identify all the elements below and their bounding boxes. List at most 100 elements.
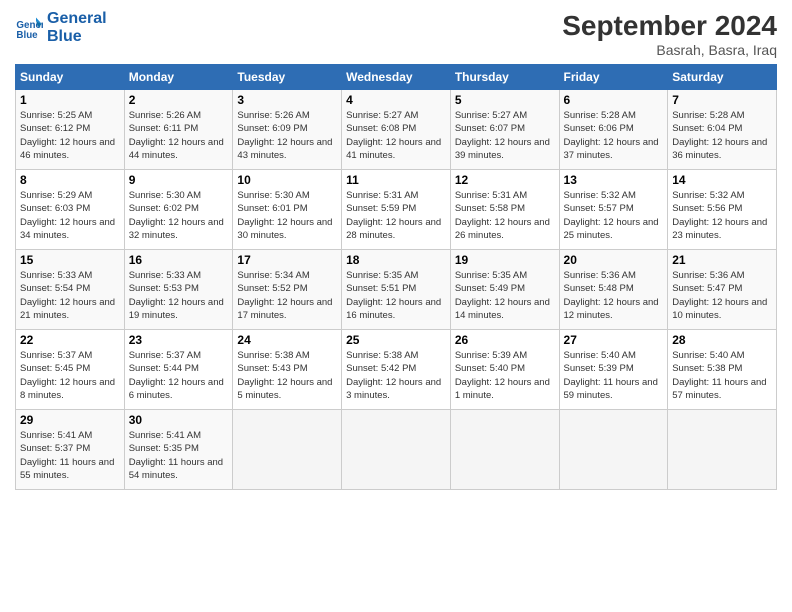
calendar-cell: 17 Sunrise: 5:34 AMSunset: 5:52 PMDayligh… <box>233 250 342 330</box>
calendar-cell: 23 Sunrise: 5:37 AMSunset: 5:44 PMDayligh… <box>124 330 233 410</box>
day-info: Sunrise: 5:40 AMSunset: 5:39 PMDaylight:… <box>564 349 664 402</box>
weekday-header: Wednesday <box>342 65 451 90</box>
day-info: Sunrise: 5:38 AMSunset: 5:43 PMDaylight:… <box>237 349 337 402</box>
day-number: 28 <box>672 333 772 347</box>
day-number: 1 <box>20 93 120 107</box>
calendar-cell: 8 Sunrise: 5:29 AMSunset: 6:03 PMDaylight… <box>16 170 125 250</box>
day-number: 11 <box>346 173 446 187</box>
day-info: Sunrise: 5:26 AMSunset: 6:09 PMDaylight:… <box>237 109 337 162</box>
logo-line1: General <box>47 10 107 28</box>
calendar-cell: 19Sunrise: 5:35 AMSunset: 5:49 PMDayligh… <box>450 250 559 330</box>
calendar-cell: 24 Sunrise: 5:38 AMSunset: 5:43 PMDayligh… <box>233 330 342 410</box>
day-number: 24 <box>237 333 337 347</box>
day-info: Sunrise: 5:36 AMSunset: 5:48 PMDaylight:… <box>564 269 664 322</box>
calendar-cell: 22Sunrise: 5:37 AMSunset: 5:45 PMDayligh… <box>16 330 125 410</box>
calendar-cell: 6Sunrise: 5:28 AMSunset: 6:06 PMDaylight… <box>559 90 668 170</box>
calendar-cell <box>559 410 668 490</box>
day-number: 18 <box>346 253 446 267</box>
day-number: 21 <box>672 253 772 267</box>
calendar-cell <box>342 410 451 490</box>
calendar-cell: 30Sunrise: 5:41 AMSunset: 5:35 PMDayligh… <box>124 410 233 490</box>
weekday-header: Tuesday <box>233 65 342 90</box>
day-info: Sunrise: 5:30 AMSunset: 6:01 PMDaylight:… <box>237 189 337 242</box>
calendar-cell: 14 Sunrise: 5:32 AMSunset: 5:56 PMDayligh… <box>668 170 777 250</box>
weekday-header: Friday <box>559 65 668 90</box>
day-info: Sunrise: 5:35 AMSunset: 5:51 PMDaylight:… <box>346 269 446 322</box>
calendar-cell <box>668 410 777 490</box>
day-number: 20 <box>564 253 664 267</box>
calendar-cell: 1Sunrise: 5:25 AMSunset: 6:12 PMDaylight… <box>16 90 125 170</box>
day-info: Sunrise: 5:41 AMSunset: 5:35 PMDaylight:… <box>129 429 229 482</box>
day-number: 16 <box>129 253 229 267</box>
day-number: 9 <box>129 173 229 187</box>
calendar-cell: 4 Sunrise: 5:27 AMSunset: 6:08 PMDaylight… <box>342 90 451 170</box>
calendar-table: SundayMondayTuesdayWednesdayThursdayFrid… <box>15 64 777 490</box>
day-number: 29 <box>20 413 120 427</box>
day-info: Sunrise: 5:37 AMSunset: 5:44 PMDaylight:… <box>129 349 229 402</box>
day-number: 17 <box>237 253 337 267</box>
logo: General Blue General Blue <box>15 10 107 45</box>
weekday-header: Sunday <box>16 65 125 90</box>
day-info: Sunrise: 5:38 AMSunset: 5:42 PMDaylight:… <box>346 349 446 402</box>
location: Basrah, Basra, Iraq <box>562 42 777 58</box>
calendar-cell: 2Sunrise: 5:26 AMSunset: 6:11 PMDaylight… <box>124 90 233 170</box>
day-info: Sunrise: 5:34 AMSunset: 5:52 PMDaylight:… <box>237 269 337 322</box>
day-info: Sunrise: 5:31 AMSunset: 5:59 PMDaylight:… <box>346 189 446 242</box>
day-info: Sunrise: 5:41 AMSunset: 5:37 PMDaylight:… <box>20 429 120 482</box>
day-number: 8 <box>20 173 120 187</box>
day-number: 14 <box>672 173 772 187</box>
day-number: 27 <box>564 333 664 347</box>
day-number: 5 <box>455 93 555 107</box>
calendar-cell: 21 Sunrise: 5:36 AMSunset: 5:47 PMDayligh… <box>668 250 777 330</box>
day-info: Sunrise: 5:29 AMSunset: 6:03 PMDaylight:… <box>20 189 120 242</box>
calendar-cell: 5 Sunrise: 5:27 AMSunset: 6:07 PMDaylight… <box>450 90 559 170</box>
page-container: General Blue General Blue September 2024… <box>0 0 792 500</box>
calendar-cell: 9 Sunrise: 5:30 AMSunset: 6:02 PMDaylight… <box>124 170 233 250</box>
calendar-cell: 15Sunrise: 5:33 AMSunset: 5:54 PMDayligh… <box>16 250 125 330</box>
day-info: Sunrise: 5:27 AMSunset: 6:07 PMDaylight:… <box>455 109 555 162</box>
calendar-cell <box>233 410 342 490</box>
day-info: Sunrise: 5:35 AMSunset: 5:49 PMDaylight:… <box>455 269 555 322</box>
title-block: September 2024 Basrah, Basra, Iraq <box>562 10 777 58</box>
day-number: 4 <box>346 93 446 107</box>
day-info: Sunrise: 5:28 AMSunset: 6:04 PMDaylight:… <box>672 109 772 162</box>
day-number: 13 <box>564 173 664 187</box>
day-number: 7 <box>672 93 772 107</box>
month-year: September 2024 <box>562 10 777 42</box>
day-number: 3 <box>237 93 337 107</box>
day-number: 26 <box>455 333 555 347</box>
calendar-cell: 12Sunrise: 5:31 AMSunset: 5:58 PMDayligh… <box>450 170 559 250</box>
day-number: 12 <box>455 173 555 187</box>
day-number: 15 <box>20 253 120 267</box>
calendar-cell: 11 Sunrise: 5:31 AMSunset: 5:59 PMDayligh… <box>342 170 451 250</box>
day-info: Sunrise: 5:33 AMSunset: 5:53 PMDaylight:… <box>129 269 229 322</box>
day-number: 2 <box>129 93 229 107</box>
day-info: Sunrise: 5:30 AMSunset: 6:02 PMDaylight:… <box>129 189 229 242</box>
day-info: Sunrise: 5:36 AMSunset: 5:47 PMDaylight:… <box>672 269 772 322</box>
calendar-cell: 7 Sunrise: 5:28 AMSunset: 6:04 PMDaylight… <box>668 90 777 170</box>
day-info: Sunrise: 5:39 AMSunset: 5:40 PMDaylight:… <box>455 349 555 402</box>
calendar-cell: 28Sunrise: 5:40 AMSunset: 5:38 PMDayligh… <box>668 330 777 410</box>
calendar-cell: 13 Sunrise: 5:32 AMSunset: 5:57 PMDayligh… <box>559 170 668 250</box>
day-number: 6 <box>564 93 664 107</box>
calendar-cell: 18 Sunrise: 5:35 AMSunset: 5:51 PMDayligh… <box>342 250 451 330</box>
calendar-header: SundayMondayTuesdayWednesdayThursdayFrid… <box>16 65 777 90</box>
calendar-cell: 10 Sunrise: 5:30 AMSunset: 6:01 PMDayligh… <box>233 170 342 250</box>
day-info: Sunrise: 5:27 AMSunset: 6:08 PMDaylight:… <box>346 109 446 162</box>
calendar-cell: 29 Sunrise: 5:41 AMSunset: 5:37 PMDayligh… <box>16 410 125 490</box>
header: General Blue General Blue September 2024… <box>15 10 777 58</box>
logo-icon: General Blue <box>15 14 43 42</box>
calendar-cell: 20 Sunrise: 5:36 AMSunset: 5:48 PMDayligh… <box>559 250 668 330</box>
calendar-cell: 26 Sunrise: 5:39 AMSunset: 5:40 PMDayligh… <box>450 330 559 410</box>
day-number: 10 <box>237 173 337 187</box>
day-info: Sunrise: 5:32 AMSunset: 5:56 PMDaylight:… <box>672 189 772 242</box>
day-info: Sunrise: 5:32 AMSunset: 5:57 PMDaylight:… <box>564 189 664 242</box>
calendar-cell: 27 Sunrise: 5:40 AMSunset: 5:39 PMDayligh… <box>559 330 668 410</box>
calendar-cell: 25Sunrise: 5:38 AMSunset: 5:42 PMDayligh… <box>342 330 451 410</box>
day-number: 23 <box>129 333 229 347</box>
weekday-header: Thursday <box>450 65 559 90</box>
logo-line2: Blue <box>47 28 107 46</box>
calendar-cell: 3 Sunrise: 5:26 AMSunset: 6:09 PMDaylight… <box>233 90 342 170</box>
calendar-cell: 16 Sunrise: 5:33 AMSunset: 5:53 PMDayligh… <box>124 250 233 330</box>
day-info: Sunrise: 5:37 AMSunset: 5:45 PMDaylight:… <box>20 349 120 402</box>
